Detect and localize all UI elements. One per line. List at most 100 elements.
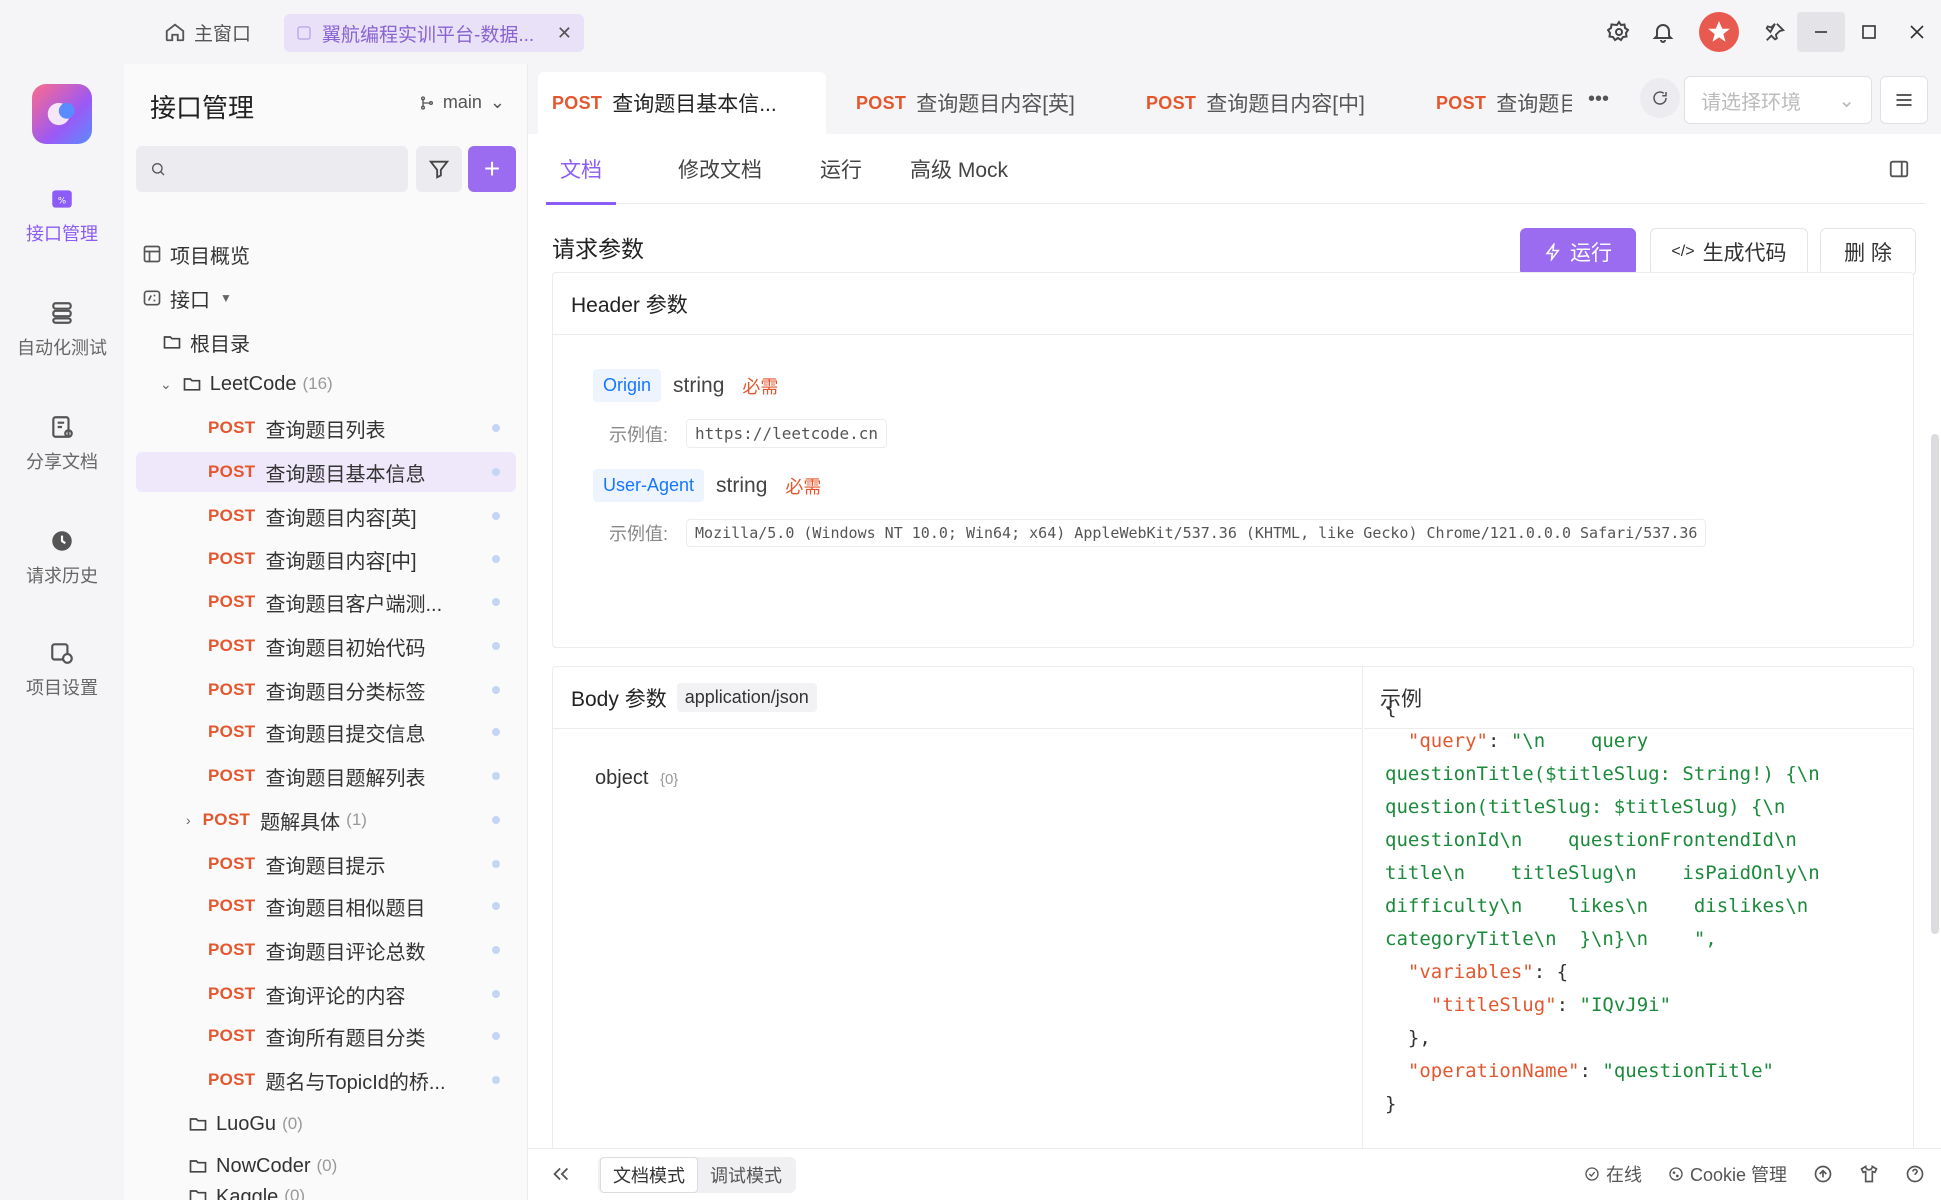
online-status[interactable]: 在线 xyxy=(1584,1161,1642,1187)
api-item[interactable]: POST 查询题目提示 xyxy=(136,844,516,884)
window-tab-active[interactable]: 翼航编程实训平台-数据... ✕ xyxy=(284,14,584,52)
api-item[interactable]: POST 查询所有题目分类 xyxy=(136,1016,516,1056)
generate-code-button[interactable]: </> 生成代码 xyxy=(1650,228,1808,276)
api-item-name: 题名与TopicId的桥... xyxy=(265,1071,446,1094)
api-item-name: 查询题目客户端测... xyxy=(265,593,443,616)
plus-icon: + xyxy=(483,153,501,184)
run-button[interactable]: 运行 xyxy=(1520,228,1636,276)
tree-item-overview[interactable]: 项目概览 xyxy=(136,234,516,274)
doc-mode-button[interactable]: 文档模式 xyxy=(600,1157,698,1193)
branch-selector[interactable]: main ⌄ xyxy=(419,92,505,113)
tab-advanced-mock[interactable]: 高级 Mock xyxy=(910,134,1008,204)
status-dot xyxy=(492,902,500,910)
api-item[interactable]: POST 题名与TopicId的桥... xyxy=(136,1060,516,1100)
request-tab[interactable]: POST 查询题目内容[中] xyxy=(1132,72,1402,134)
shirt-icon[interactable] xyxy=(1859,1164,1879,1184)
cookie-manager[interactable]: Cookie 管理 xyxy=(1668,1161,1787,1187)
api-item[interactable]: POST 查询题目内容[英] xyxy=(136,496,516,536)
chevron-down-icon: ⌄ xyxy=(1838,89,1855,112)
cookie-label: Cookie 管理 xyxy=(1689,1165,1787,1185)
api-folder-item[interactable]: › POST 题解具体 (1) xyxy=(136,800,516,840)
maximize-button[interactable] xyxy=(1845,12,1893,52)
debug-mode-button[interactable]: 调试模式 xyxy=(698,1158,794,1192)
more-tabs-icon[interactable]: ••• xyxy=(1588,88,1609,111)
tree-folder-nowcoder[interactable]: NowCoder (0) xyxy=(136,1146,516,1186)
panel-toggle-icon[interactable] xyxy=(1888,158,1910,186)
api-item[interactable]: POST 查询题目相似题目 xyxy=(136,886,516,926)
request-tab-active[interactable]: POST 查询题目基本信... xyxy=(538,72,826,134)
tab-run[interactable]: 运行 xyxy=(820,134,862,204)
api-item[interactable]: POST 查询题目初始代码 xyxy=(136,626,516,666)
help-icon[interactable] xyxy=(1905,1164,1925,1184)
section-title: 请求参数 xyxy=(552,236,644,262)
folder-icon xyxy=(188,1114,208,1134)
close-window-button[interactable] xyxy=(1893,12,1941,52)
rail-item-share-doc[interactable]: 分享文档 xyxy=(0,404,124,484)
bell-icon[interactable] xyxy=(1641,10,1685,54)
search-box[interactable] xyxy=(136,146,408,192)
close-icon[interactable]: ✕ xyxy=(557,23,572,44)
home-tab[interactable]: 主窗口 xyxy=(164,18,251,46)
menu-button[interactable] xyxy=(1880,76,1928,124)
api-item[interactable]: POST 查询题目分类标签 xyxy=(136,670,516,710)
folder-name: LuoGu xyxy=(216,1112,277,1135)
method-badge: POST xyxy=(202,810,251,829)
status-dot xyxy=(492,728,500,736)
api-item-name: 查询题目基本信息 xyxy=(265,463,426,486)
request-tab[interactable]: POST 查询题目内容[英] xyxy=(842,72,1112,134)
api-item-selected[interactable]: POST 查询题目基本信息 xyxy=(136,452,516,492)
delete-button[interactable]: 删 除 xyxy=(1820,228,1916,276)
search-input[interactable] xyxy=(176,158,408,180)
status-dot xyxy=(492,860,500,868)
rail-item-api-management[interactable]: % 接口管理 xyxy=(0,176,124,256)
history-icon xyxy=(52,531,72,551)
api-icon: % xyxy=(52,190,72,208)
rail-item-automation[interactable]: 自动化测试 xyxy=(0,290,124,370)
online-label: 在线 xyxy=(1605,1165,1642,1185)
api-item-name: 查询题目评论总数 xyxy=(265,941,426,964)
json-key: "operationName" xyxy=(1407,1060,1580,1082)
settings-gear-icon[interactable] xyxy=(1597,10,1641,54)
add-button[interactable]: + xyxy=(468,146,516,192)
environment-select[interactable]: 请选择环境 ⌄ xyxy=(1684,76,1872,124)
folder-count: (16) xyxy=(302,374,333,393)
tree-folder-kaggle[interactable]: Kaggle (0) xyxy=(136,1186,516,1200)
api-item[interactable]: POST 查询题目列表 xyxy=(136,408,516,448)
api-item[interactable]: POST 查询题目评论总数 xyxy=(136,930,516,970)
api-item-name: 查询题目题解列表 xyxy=(265,767,426,790)
api-item[interactable]: POST 查询题目题解列表 xyxy=(136,756,516,796)
json-string: title\n titleSlug\n isPaidOnly\n xyxy=(1385,862,1820,884)
api-item[interactable]: POST 查询评论的内容 xyxy=(136,974,516,1014)
tab-edit-doc[interactable]: 修改文档 xyxy=(678,134,762,204)
collapse-sidebar-icon[interactable] xyxy=(550,1163,572,1191)
json-string: "\n query xyxy=(1510,730,1649,752)
body-params-title: Body 参数 xyxy=(571,687,667,711)
tree-folder-leetcode[interactable]: ⌄ LeetCode (16) xyxy=(136,364,516,404)
api-item[interactable]: POST 查询题目客户端测... xyxy=(136,582,516,622)
refresh-button[interactable] xyxy=(1640,78,1680,118)
tree-folder-luogu[interactable]: LuoGu (0) xyxy=(136,1104,516,1144)
upload-icon[interactable] xyxy=(1813,1164,1833,1184)
minimize-button[interactable] xyxy=(1797,12,1845,52)
api-item-name: 查询题目内容[英] xyxy=(265,507,417,530)
api-item-name: 查询题目相似题目 xyxy=(265,897,426,920)
body-type-row: object {0} xyxy=(595,767,678,790)
param-example-origin: 示例值: https://leetcode.cn xyxy=(609,419,888,448)
status-dot xyxy=(492,555,500,563)
tree-item-api[interactable]: 接口 ▼ xyxy=(136,278,516,318)
json-key: "query" xyxy=(1407,730,1488,752)
api-item[interactable]: POST 查询题目内容[中] xyxy=(136,539,516,579)
method-badge: POST xyxy=(208,1070,256,1089)
scrollbar[interactable] xyxy=(1931,434,1939,934)
api-item[interactable]: POST 查询题目提交信息 xyxy=(136,712,516,752)
tab-doc[interactable]: 文档 xyxy=(546,134,616,205)
rail-item-project-settings[interactable]: 项目设置 xyxy=(0,630,124,710)
share-doc-icon xyxy=(52,416,73,438)
request-tab[interactable]: POST 查询题目: xyxy=(1422,72,1572,134)
avatar[interactable] xyxy=(1699,12,1739,52)
tree-item-root[interactable]: 根目录 xyxy=(136,322,516,362)
pin-icon[interactable] xyxy=(1753,10,1797,54)
rail-item-history[interactable]: 请求历史 xyxy=(0,518,124,598)
json-key: "titleSlug" xyxy=(1430,994,1557,1016)
filter-button[interactable] xyxy=(416,146,462,192)
